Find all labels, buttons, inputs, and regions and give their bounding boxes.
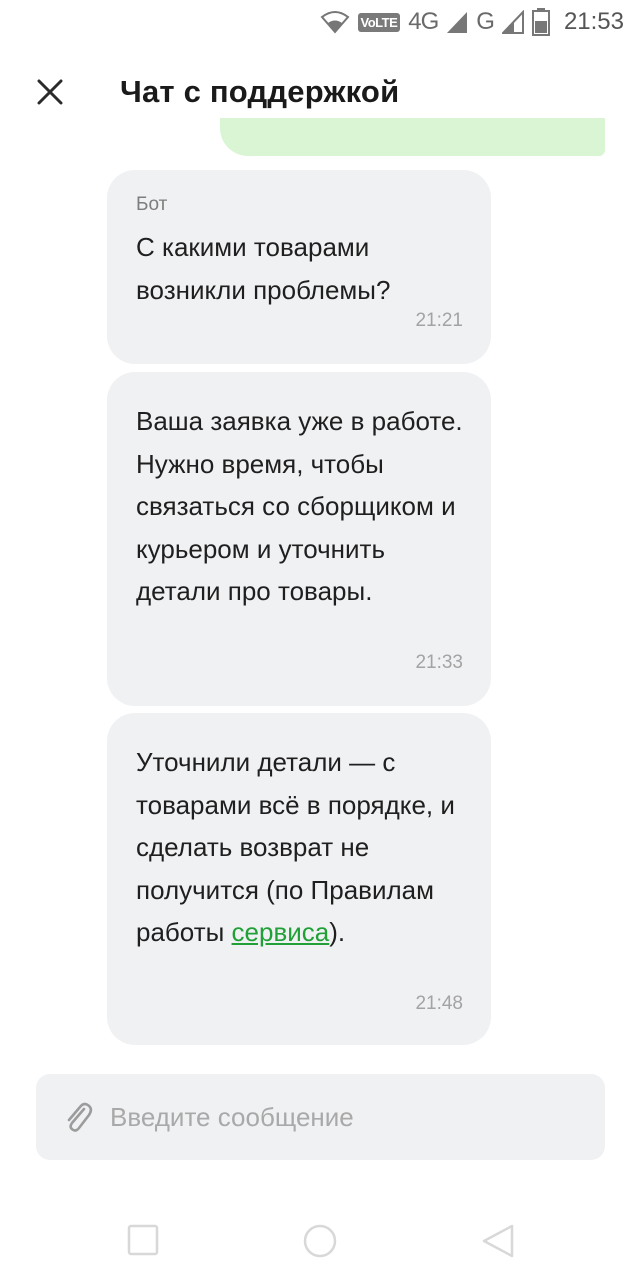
battery-icon [531,8,550,36]
page-title: Чат с поддержкой [120,74,400,109]
close-button[interactable] [30,72,70,112]
home-button[interactable] [300,1221,340,1261]
back-button[interactable] [478,1221,518,1261]
message-time: 21:48 [415,993,463,1014]
sent-message-bubble [220,118,605,156]
wifi-icon [320,11,349,34]
message-time: 21:33 [415,652,463,673]
home-icon [303,1224,337,1258]
signal-icon [447,12,468,33]
message-bubble: Ваша заявка уже в работе. Нужно время, ч… [107,372,491,706]
message-text: Уточнили детали — с товарами всё в поряд… [136,741,463,954]
back-icon [482,1224,514,1258]
message-sender: Бот [136,194,168,215]
message-bubble: Бот С какими товарами возникли проблемы?… [107,170,491,364]
message-composer [36,1074,605,1160]
recents-icon [127,1224,159,1256]
message-text-part: ). [329,917,346,947]
status-bar: VoLTE 4G G 21:53 [0,0,640,44]
message-text: С какими товарами возникли проблемы? [136,232,391,305]
message-bubble: Уточнили детали — с товарами всё в поряд… [107,713,491,1045]
close-icon [37,79,63,105]
message-text: Ваша заявка уже в работе. Нужно время, ч… [136,406,463,606]
network-type-g: G [476,8,495,35]
service-rules-link[interactable]: сервиса [232,917,330,947]
paperclip-icon[interactable] [62,1099,94,1135]
system-nav-bar [0,1205,640,1275]
message-input[interactable] [110,1101,580,1133]
chat-header: Чат с поддержкой [0,64,640,124]
volte-badge: VoLTE [357,12,401,32]
clock: 21:53 [563,8,624,35]
network-type-4g: 4G [408,8,439,35]
recents-button[interactable] [124,1221,164,1261]
signal-icon-2 [501,10,524,34]
message-time: 21:21 [415,310,463,331]
